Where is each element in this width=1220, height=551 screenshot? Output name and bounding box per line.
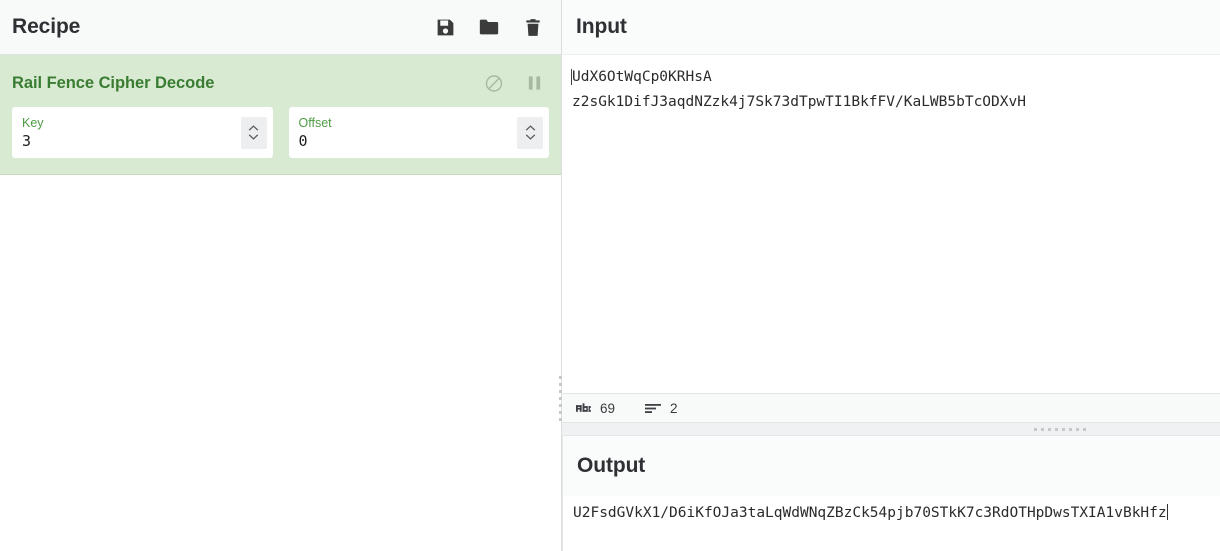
- folder-icon[interactable]: [478, 16, 500, 38]
- operation-header: Rail Fence Cipher Decode: [0, 55, 561, 107]
- operation-arguments: Key 3 Offset 0: [0, 107, 561, 158]
- arg-input-offset[interactable]: 0: [299, 132, 510, 150]
- input-section: Input UdX6OtWqCp0KRHsA z2sGk1DifJ3aqdNZz…: [562, 0, 1220, 422]
- horizontal-splitter-grip[interactable]: [1034, 428, 1090, 431]
- input-textarea[interactable]: UdX6OtWqCp0KRHsA z2sGk1DifJ3aqdNZzk4j7Sk…: [562, 55, 1220, 393]
- arg-key-inner: Key 3: [12, 107, 241, 158]
- arg-stepper-key[interactable]: [240, 116, 267, 149]
- line-count-icon: [645, 403, 662, 414]
- output-section: Output U2FsdGVkX1/D6iKfOJa3taLqWdWNqZBzC…: [562, 436, 1220, 551]
- output-textarea[interactable]: U2FsdGVkX1/D6iKfOJa3taLqWdWNqZBzCk54pjb7…: [563, 496, 1220, 527]
- output-line-1: U2FsdGVkX1/D6iKfOJa3taLqWdWNqZBzCk54pjb7…: [573, 505, 1132, 521]
- recipe-operation-rail-fence-cipher-decode[interactable]: Rail Fence Cipher Decode Key 3 Offset 0: [0, 55, 561, 175]
- operation-title: Rail Fence Cipher Decode: [12, 73, 215, 92]
- input-title: Input: [576, 15, 627, 38]
- input-title-bar: Input: [562, 0, 1220, 55]
- vertical-splitter-grip[interactable]: [559, 376, 562, 422]
- recipe-title-bar: Recipe: [0, 0, 561, 55]
- disable-circle-slash-icon[interactable]: [484, 73, 504, 93]
- recipe-drop-area[interactable]: [0, 175, 561, 551]
- recipe-pane: Recipe Rail Fence Cipher Decode Key 3 Of…: [0, 0, 562, 551]
- output-line-2: kHfz: [1131, 505, 1167, 521]
- input-length-stat: 69: [576, 401, 615, 416]
- vertical-splitter[interactable]: [558, 0, 564, 551]
- abc-character-count-icon: [576, 402, 591, 414]
- input-line-2: z2sGk1DifJ3aqdNZzk4j7Sk73dTpwTI1BkfFV/Ka…: [572, 94, 1026, 110]
- recipe-controls: [434, 16, 544, 38]
- trash-icon[interactable]: [522, 16, 544, 38]
- arg-label-offset: Offset: [298, 116, 332, 130]
- input-status-bar: 69 2: [562, 393, 1220, 422]
- input-line-1: UdX6OtWqCp0KRHsA: [571, 69, 712, 85]
- input-lines-stat: 2: [645, 401, 678, 416]
- arg-offset-inner: Offset 0: [289, 107, 518, 158]
- arg-stepper-offset[interactable]: [517, 116, 543, 149]
- operation-controls: [484, 73, 544, 93]
- recipe-title: Recipe: [12, 15, 81, 38]
- output-title: Output: [577, 454, 646, 477]
- output-caret: [1166, 504, 1168, 520]
- arg-input-key[interactable]: 3: [22, 132, 233, 150]
- cyberchef-app: Recipe Rail Fence Cipher Decode Key 3 Of…: [0, 0, 1220, 551]
- input-length-value: 69: [600, 400, 616, 416]
- output-title-bar: Output: [563, 436, 1220, 496]
- io-pane: Input UdX6OtWqCp0KRHsA z2sGk1DifJ3aqdNZz…: [562, 0, 1220, 551]
- horizontal-splitter[interactable]: [562, 422, 1220, 436]
- arg-field-key[interactable]: Key 3: [12, 107, 273, 158]
- pause-icon[interactable]: [524, 73, 544, 93]
- arg-label-key: Key: [22, 116, 44, 130]
- input-lines-value: 2: [670, 400, 678, 416]
- save-icon[interactable]: [434, 16, 456, 38]
- arg-field-offset[interactable]: Offset 0: [288, 107, 549, 158]
